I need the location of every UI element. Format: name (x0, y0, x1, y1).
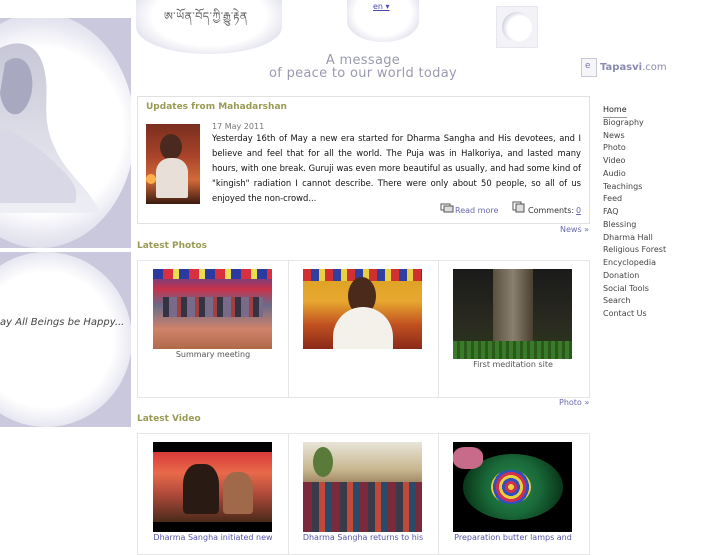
nav-item-donation[interactable]: Donation (603, 270, 703, 283)
photo-thumbnail[interactable] (153, 269, 272, 349)
video-thumbnail[interactable] (303, 442, 422, 532)
spinner-circle (502, 12, 532, 42)
left-tagline-panel: ay All Beings be Happy... (0, 252, 131, 427)
brand-title[interactable]: Tapasvi (600, 62, 642, 73)
brand-domain[interactable]: .com (642, 62, 667, 73)
update-thumbnail[interactable] (146, 124, 200, 204)
photo-thumbnail[interactable] (303, 269, 422, 349)
update-date: 17 May 2011 (212, 122, 265, 131)
photo-more-link[interactable]: Photo » (559, 398, 589, 407)
tagline: ay All Beings be Happy... (0, 317, 125, 328)
nav-item-search[interactable]: Search (603, 295, 703, 308)
comments-icon[interactable] (512, 201, 525, 213)
message-line-2: of peace to our world today (269, 66, 457, 81)
left-portrait-panel (0, 18, 131, 248)
nav-item-feed[interactable]: Feed (603, 193, 703, 206)
videos-grid: Dharma Sangha initiated new Dharma Sangh… (137, 433, 590, 555)
video-thumbnail[interactable] (153, 442, 272, 532)
nav-item-teachings[interactable]: Teachings (603, 181, 703, 194)
photo-caption[interactable]: First meditation site (438, 360, 588, 369)
portrait-illustration (0, 43, 100, 214)
nav-item-religious-forest[interactable]: Religious Forest (603, 244, 703, 257)
read-more-link[interactable]: Read more (455, 206, 498, 215)
nav-item-photo[interactable]: Photo (603, 142, 703, 155)
header-message: A message of peace to our world today (260, 54, 466, 80)
updates-box: Updates from Mahadarshan 17 May 2011 Yes… (137, 96, 590, 224)
updates-title: Updates from Mahadarshan (146, 102, 287, 112)
brand-name[interactable]: Tapasvi.com (600, 62, 667, 73)
video-thumbnail[interactable] (453, 442, 572, 532)
comments-label: Comments: (528, 206, 575, 215)
nav-item-dharma-hall[interactable]: Dharma Hall (603, 232, 703, 245)
update-text: Yesterday 16th of May a new era started … (212, 133, 581, 203)
nav-item-contact-us[interactable]: Contact Us (603, 308, 703, 321)
comments-count[interactable]: 0 (576, 206, 581, 215)
nav-item-news[interactable]: News (603, 130, 703, 143)
nav-item-audio[interactable]: Audio (603, 168, 703, 181)
video-caption[interactable]: Preparation butter lamps and (438, 533, 588, 542)
news-more-link[interactable]: News » (560, 225, 589, 234)
header-banner: ཨ་ཡོན་བོད་ཀྱི་རྒྱུ་རྟེན (136, 0, 282, 54)
video-caption[interactable]: Dharma Sangha initiated new (138, 533, 288, 542)
videos-title: Latest Video (137, 414, 201, 424)
nav-item-video[interactable]: Video (603, 155, 703, 168)
photo-thumbnail[interactable] (453, 269, 572, 359)
nav-item-home[interactable]: Home (603, 104, 703, 117)
nav-item-social-tools[interactable]: Social Tools (603, 283, 703, 296)
side-navigation: Home Biography News Photo Video Audio Te… (603, 104, 703, 321)
photos-title: Latest Photos (137, 241, 208, 251)
photos-grid: Summary meeting First meditation site (137, 260, 590, 398)
nav-item-faq[interactable]: FAQ (603, 206, 703, 219)
nav-item-biography[interactable]: Biography (603, 117, 703, 130)
spinner-widget (496, 6, 538, 48)
language-label[interactable]: en ▾ (373, 2, 390, 11)
nav-item-encyclopedia[interactable]: Encyclopedia (603, 257, 703, 270)
language-selector[interactable]: en ▾ (347, 0, 419, 42)
video-caption[interactable]: Dharma Sangha returns to his (288, 533, 438, 542)
nav-item-blessing[interactable]: Blessing (603, 219, 703, 232)
brand-logo-icon[interactable]: e (581, 58, 597, 77)
photo-caption[interactable]: Summary meeting (138, 350, 288, 359)
read-more-icon[interactable] (440, 203, 454, 213)
tibetan-script: ཨ་ཡོན་བོད་ཀྱི་རྒྱུ་རྟེན (164, 10, 248, 23)
